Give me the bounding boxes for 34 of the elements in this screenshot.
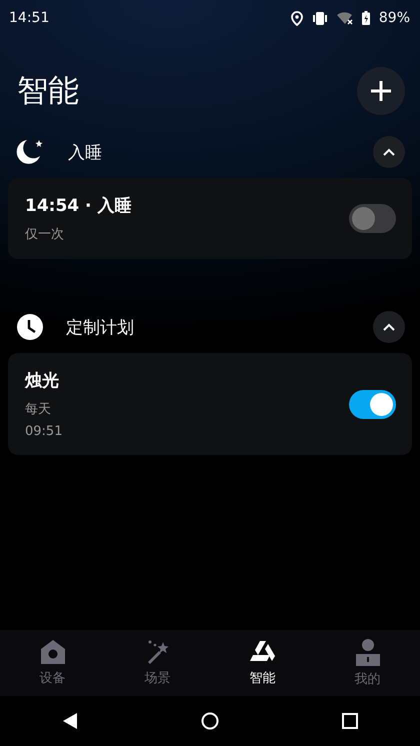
schedule-card[interactable]: 烛光 每天 09:51: [8, 353, 412, 455]
collapse-button[interactable]: [373, 311, 405, 343]
clock-icon: [16, 313, 44, 341]
home-icon: [38, 639, 66, 665]
battery-icon: [362, 11, 370, 25]
schedule-title: 14:54 · 入睡: [25, 195, 132, 217]
person-icon: [354, 638, 382, 666]
vibrate-icon: [312, 12, 328, 24]
square-icon: [342, 713, 358, 729]
nav-tab[interactable]: 场景: [105, 630, 210, 696]
schedule-title: 烛光: [25, 370, 60, 392]
schedule-detail: 每天: [25, 401, 52, 418]
section-title: 定制计划: [66, 316, 135, 338]
status-time: 14:51: [9, 10, 50, 26]
nav-tab[interactable]: 设备: [0, 630, 105, 696]
page-title: 智能: [17, 72, 79, 111]
schedule-detail: 09:51: [25, 424, 64, 439]
chevron-up-icon: [383, 148, 395, 156]
plus-icon: [370, 80, 392, 102]
collapse-button[interactable]: [373, 136, 405, 168]
nav-tab[interactable]: 智能: [210, 630, 315, 696]
toggle-switch[interactable]: [349, 204, 396, 233]
location-icon: [290, 10, 303, 26]
nav-tab[interactable]: 我的: [315, 630, 420, 696]
schedule-detail: 仅一次: [25, 226, 65, 243]
back-icon: [63, 713, 77, 729]
schedule-card[interactable]: 14:54 · 入睡 仅一次: [8, 178, 412, 259]
battery-percentage: 89%: [378, 10, 410, 26]
chevron-up-icon: [383, 323, 395, 331]
add-button[interactable]: [357, 67, 405, 115]
toggle-switch[interactable]: [349, 390, 396, 418]
section-title: 入睡: [68, 142, 103, 164]
wifi-off-icon: [336, 11, 353, 25]
home-circle-icon: [201, 712, 219, 730]
